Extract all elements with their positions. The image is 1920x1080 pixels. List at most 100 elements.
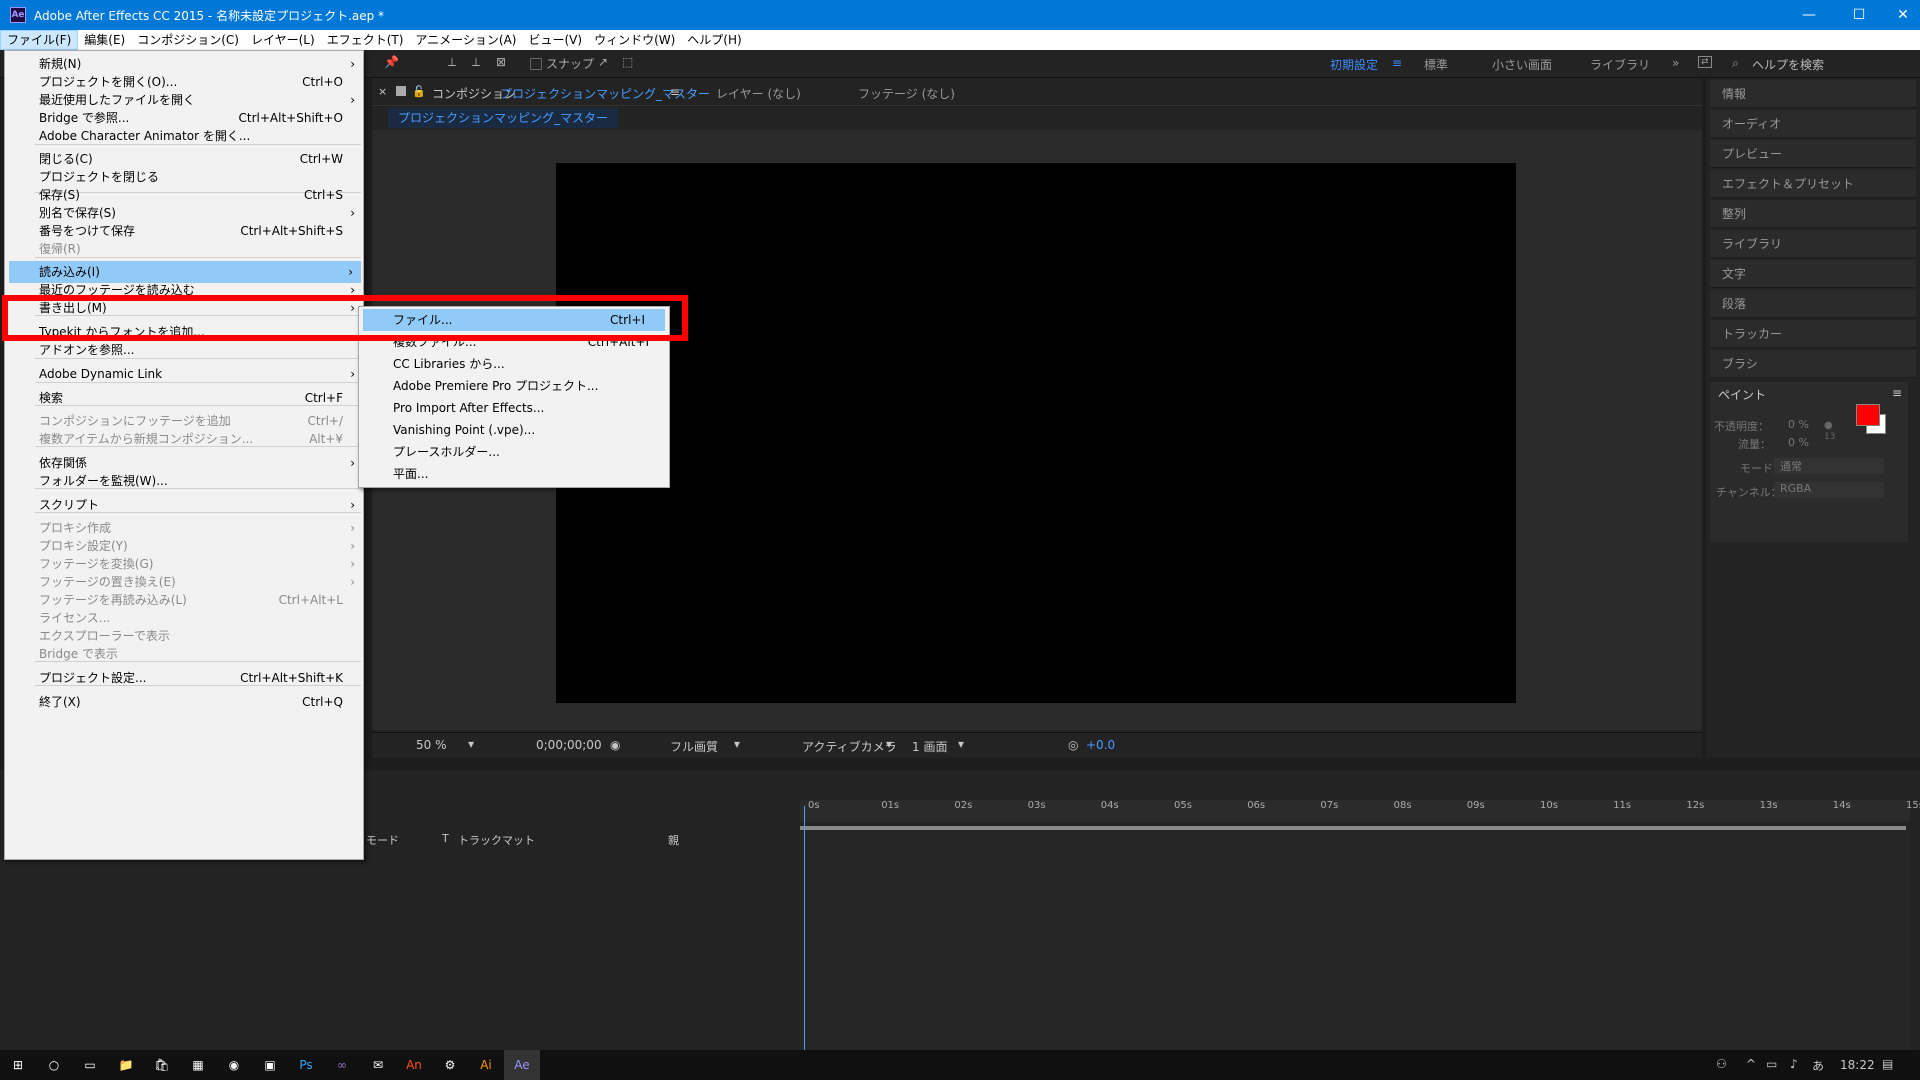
app-icon-1[interactable]: ▦ <box>180 1050 216 1080</box>
store-icon[interactable]: 🛍 <box>144 1050 180 1080</box>
windows-start-icon[interactable]: ⊞ <box>0 1050 36 1080</box>
photoshop-icon[interactable]: Ps <box>288 1050 324 1080</box>
workspace-libraries[interactable]: ライブラリ <box>1590 56 1650 73</box>
maximize-button[interactable]: ☐ <box>1836 0 1882 30</box>
import-submenu-item[interactable]: CC Libraries から... <box>359 353 669 375</box>
network-icon[interactable]: ▭ <box>1766 1057 1777 1071</box>
zoom-dropdown[interactable]: 50 % <box>416 738 447 752</box>
file-menu-item[interactable]: 検索 Ctrl+F <box>5 387 363 409</box>
sync-settings-icon[interactable]: ⇄ <box>1698 56 1712 68</box>
file-menu-item[interactable]: フォルダーを監視(W)... <box>5 470 363 492</box>
menu-window[interactable]: ウィンドウ(W) <box>588 30 681 50</box>
timeline-tracks[interactable] <box>800 830 1910 1050</box>
file-menu-item[interactable]: 復帰(R) <box>5 238 363 260</box>
file-explorer-icon[interactable]: 📁 <box>108 1050 144 1080</box>
cortana-icon[interactable]: ○ <box>36 1050 72 1080</box>
flow-value[interactable]: 0 % <box>1788 436 1809 449</box>
file-menu-item[interactable]: Adobe Dynamic Link › <box>5 363 363 385</box>
zoom-chevron-down-icon[interactable]: ▾ <box>468 737 474 751</box>
lock-icon[interactable]: 🔓 <box>412 85 426 98</box>
camera-chevron-down-icon[interactable]: ▾ <box>886 737 892 751</box>
channel-dropdown[interactable]: RGBA <box>1774 482 1884 498</box>
clock[interactable]: 18:22 <box>1840 1058 1875 1072</box>
axis-view-icon[interactable]: ⊠ <box>496 55 506 69</box>
menu-edit[interactable]: 編集(E) <box>78 30 131 50</box>
import-submenu-item[interactable]: 平面... <box>359 463 669 485</box>
axis-local-icon[interactable]: ⟂ <box>448 55 456 70</box>
comp-tab-menu-icon[interactable]: ≡ <box>670 85 680 99</box>
timecode[interactable]: 0;00;00;00 <box>536 738 602 752</box>
chrome-icon[interactable]: ◉ <box>216 1050 252 1080</box>
import-submenu-item[interactable]: プレースホルダー... <box>359 441 669 463</box>
layer-tab[interactable]: レイヤー (なし) <box>716 85 801 102</box>
menu-composition[interactable]: コンポジション(C) <box>131 30 245 50</box>
exposure-value[interactable]: +0.0 <box>1086 738 1115 752</box>
views-chevron-down-icon[interactable]: ▾ <box>958 737 964 751</box>
menu-effect[interactable]: エフェクト(T) <box>321 30 410 50</box>
file-menu-item[interactable]: 終了(X) Ctrl+Q <box>5 691 363 713</box>
pin-tool-icon[interactable]: 📌 <box>384 55 399 69</box>
menu-animation[interactable]: アニメーション(A) <box>409 30 522 50</box>
time-ruler[interactable]: 0s 01s 02s 03s 04s 05s 06s 07s 08s 09s 10s 11s 12s 13… <box>800 800 1920 822</box>
action-center-icon[interactable]: ▤ <box>1882 1057 1893 1071</box>
panel-align[interactable]: 整列 <box>1710 200 1916 228</box>
paint-menu-icon[interactable]: ≡ <box>1892 386 1902 400</box>
volume-icon[interactable]: ♪ <box>1790 1057 1798 1071</box>
tray-chevron-icon[interactable]: ^ <box>1746 1057 1756 1071</box>
file-menu-item[interactable]: アドオンを参照... <box>5 339 363 361</box>
ime-indicator[interactable]: あ <box>1812 1057 1824 1074</box>
panel-tracker[interactable]: トラッカー <box>1710 320 1916 348</box>
workspace-small-screen[interactable]: 小さい画面 <box>1492 56 1552 73</box>
axis-world-icon[interactable]: ⟂ <box>472 55 480 70</box>
minimize-button[interactable]: — <box>1786 0 1832 30</box>
panel-effects-presets[interactable]: エフェクト＆プリセット <box>1710 170 1916 198</box>
app-icon-2[interactable]: ▣ <box>252 1050 288 1080</box>
visual-studio-icon[interactable]: ∞ <box>324 1050 360 1080</box>
import-submenu-item[interactable]: Pro Import After Effects... <box>359 397 669 419</box>
snap-options-icon[interactable]: ↗ <box>598 55 608 69</box>
comp-breadcrumb[interactable]: プロジェクションマッピング_マスター <box>388 108 619 128</box>
settings-gear-icon[interactable]: ⚙ <box>432 1050 468 1080</box>
camera-dropdown[interactable]: アクティブカメラ <box>802 738 897 755</box>
opacity-value[interactable]: 0 % <box>1788 418 1809 431</box>
snap-checkbox[interactable] <box>530 58 542 70</box>
menu-help[interactable]: ヘルプ(H) <box>681 30 747 50</box>
animate-icon[interactable]: An <box>396 1050 432 1080</box>
views-dropdown[interactable]: 1 画面 <box>912 738 947 755</box>
foreground-color-swatch[interactable] <box>1856 404 1880 426</box>
import-submenu-item[interactable]: Adobe Premiere Pro プロジェクト... <box>359 375 669 397</box>
resolution-chevron-down-icon[interactable]: ▾ <box>734 737 740 751</box>
people-icon[interactable]: ⚇ <box>1716 1057 1727 1071</box>
close-button[interactable]: ✕ <box>1880 0 1920 30</box>
composition-canvas[interactable] <box>556 163 1516 703</box>
after-effects-taskbar-icon[interactable]: Ae <box>504 1050 540 1080</box>
panel-audio[interactable]: オーディオ <box>1710 110 1916 138</box>
file-menu-item[interactable]: Bridge で表示 <box>5 643 363 665</box>
exposure-reset-icon[interactable]: ◎ <box>1068 738 1078 752</box>
mode-dropdown[interactable]: 通常 <box>1774 458 1884 474</box>
close-tab-icon[interactable]: × <box>378 85 387 98</box>
illustrator-icon[interactable]: Ai <box>468 1050 504 1080</box>
panel-brush[interactable]: ブラシ <box>1710 350 1916 378</box>
snap-grid-icon[interactable]: ⬚ <box>622 55 633 69</box>
file-menu-item[interactable]: 複数アイテムから新規コンポジション... Alt+¥ <box>5 428 363 450</box>
footage-tab[interactable]: フッテージ (なし) <box>858 85 955 102</box>
help-search-input[interactable]: ヘルプを検索 <box>1752 56 1824 73</box>
menu-file[interactable]: ファイル(F) <box>0 30 79 50</box>
import-submenu-item[interactable]: Vanishing Point (.vpe)... <box>359 419 669 441</box>
file-menu-item[interactable]: スクリプト › <box>5 494 363 516</box>
menu-view[interactable]: ビュー(V) <box>522 30 588 50</box>
brush-tip-icon[interactable]: ● <box>1824 420 1833 431</box>
more-workspaces-icon[interactable]: » <box>1672 56 1679 70</box>
workspace-standard[interactable]: 標準 <box>1424 56 1448 73</box>
panel-info[interactable]: 情報 <box>1710 80 1916 108</box>
panel-paragraph[interactable]: 段落 <box>1710 290 1916 318</box>
file-menu-item[interactable]: プロジェクト設定... Ctrl+Alt+Shift+K <box>5 667 363 689</box>
panel-libraries[interactable]: ライブラリ <box>1710 230 1916 258</box>
file-menu-item[interactable]: Adobe Character Animator を開く... <box>5 125 363 147</box>
menu-layer[interactable]: レイヤー(L) <box>245 30 321 50</box>
panel-preview[interactable]: プレビュー <box>1710 140 1916 168</box>
task-view-icon[interactable]: ▭ <box>72 1050 108 1080</box>
camera-snapshot-icon[interactable]: ◉ <box>610 738 620 752</box>
panel-character[interactable]: 文字 <box>1710 260 1916 288</box>
